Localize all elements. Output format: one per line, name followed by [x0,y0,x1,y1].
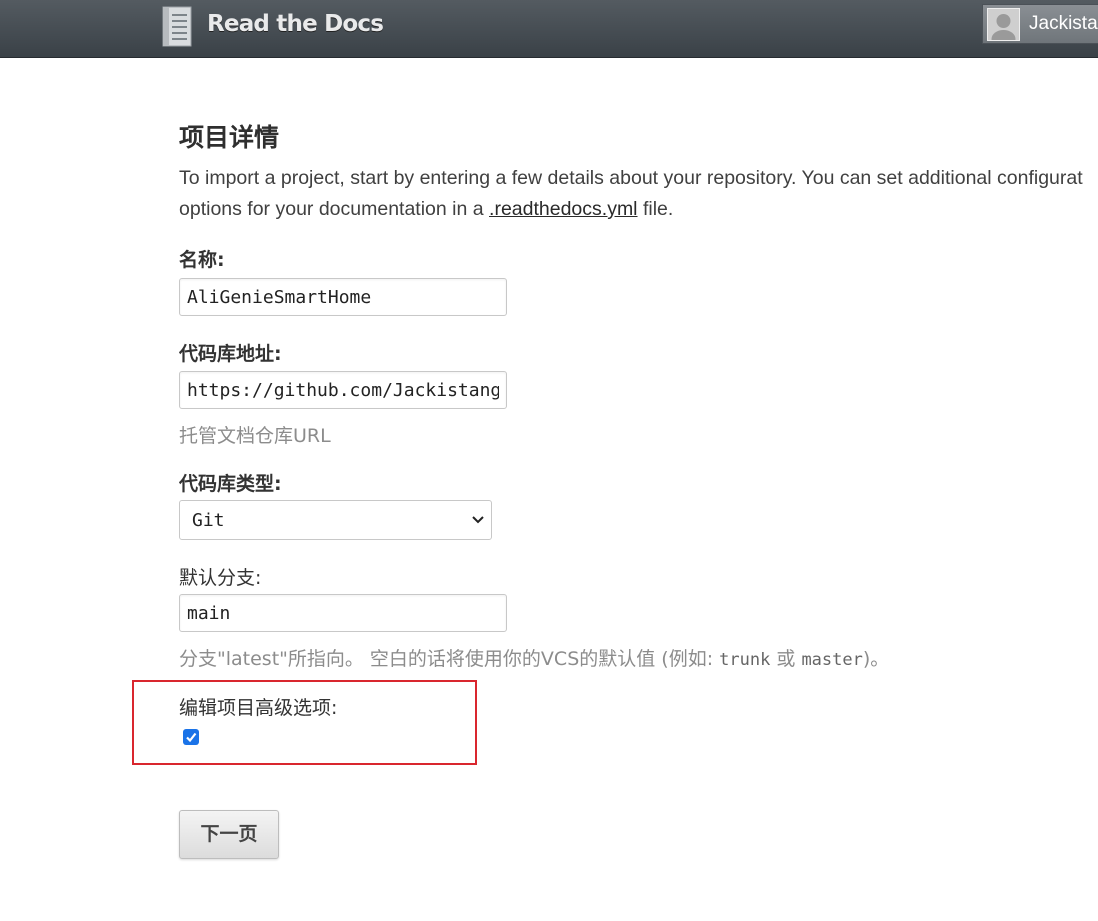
top-navbar: Read the Docs Jackista [0,0,1098,58]
intro-text: To import a project, start by entering a… [179,163,1098,225]
advanced-options-label: 编辑项目高级选项: [179,697,338,719]
help-text-part: )。 [862,648,890,670]
page-title: 项目详情 [179,123,280,152]
user-menu[interactable]: Jackista [982,4,1098,44]
checkmark-icon [186,732,197,743]
repo-url-label: 代码库地址: [179,343,282,365]
help-code-master: master [801,650,863,670]
default-branch-help: 分支"latest"所指向。 空白的话将使用你的VCS的默认值 (例如: tru… [179,644,889,671]
intro-line-1: To import a project, start by entering a… [179,167,1083,189]
avatar [987,8,1020,41]
intro-text-part: options for your documentation in a [179,198,490,220]
help-text-part: 或 [770,648,802,670]
username: Jackista [1029,13,1098,34]
name-label: 名称: [179,249,225,271]
repo-url-input[interactable] [179,371,507,409]
default-branch-input[interactable] [179,594,507,632]
help-code-trunk: trunk [719,650,771,670]
repo-type-label: 代码库类型: [179,473,282,495]
default-branch-label: 默认分支: [179,567,262,589]
name-input[interactable] [179,278,507,316]
book-icon[interactable] [160,6,196,48]
chevron-down-icon [472,516,484,524]
help-text-part: 分支"latest"所指向。 空白的话将使用你的VCS的默认值 (例如: [179,648,720,670]
repo-type-select[interactable]: Git [179,500,492,540]
readthedocs-yml-link[interactable]: .readthedocs.yml [489,198,638,220]
intro-text-part: file. [637,198,674,220]
intro-line-2: options for your documentation in a .rea… [179,194,1098,225]
repo-type-selected: Git [192,510,225,531]
advanced-options-checkbox[interactable] [183,729,199,745]
next-page-button[interactable]: 下一页 [179,810,279,859]
site-logo-text[interactable]: Read the Docs [207,11,384,37]
repo-url-help: 托管文档仓库URL [179,425,331,447]
user-silhouette-icon [988,9,1019,40]
